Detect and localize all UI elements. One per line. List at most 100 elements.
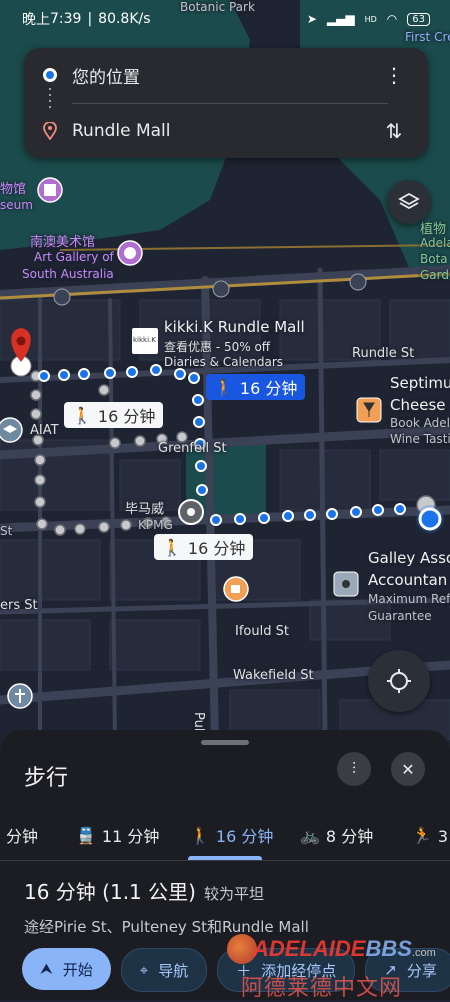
tune-icon: ⫶ (351, 759, 356, 778)
map-label-first-creek: First Cre (405, 30, 450, 44)
more-vert-icon[interactable]: ⋮ (380, 61, 408, 89)
map-label-garde: Garde (420, 268, 450, 282)
church-icon[interactable] (7, 683, 33, 709)
divider (72, 103, 388, 104)
walk-icon: 🚶 (190, 825, 210, 845)
map-label-kpmg-cn: 毕马威 (125, 502, 165, 517)
map-label-adelaide: Adela (420, 236, 450, 250)
layers-button[interactable] (387, 180, 431, 224)
close-button[interactable]: ✕ (391, 752, 425, 786)
add-icon: ＋ (236, 961, 252, 980)
navigation-arrow-icon: ⮝ (40, 960, 53, 978)
tab-ride[interactable]: 🏃 3 分 (412, 810, 450, 860)
signal-icon: ▂▄▆ (326, 12, 355, 26)
wifi-icon: ◠ (386, 12, 398, 26)
map-label-wine-tasting: Wine Tasti (390, 432, 450, 446)
route-connector (49, 88, 51, 110)
crosshair-icon (387, 669, 411, 693)
map-label-art-gallery-en1: Art Gallery of (34, 250, 114, 264)
navigate-button[interactable]: ⌖ 导航 (120, 948, 208, 992)
map-label-book-adel: Book Adel (390, 416, 450, 430)
office-icon[interactable] (333, 571, 359, 597)
map-label-aiat: AIAT (30, 423, 59, 438)
route-via: 途经Pirie St、Pulteney St和Rundle Mall (24, 918, 309, 936)
signal-hd-label: HD (364, 14, 377, 24)
wine-bar-icon[interactable] (356, 397, 382, 423)
status-time: 7:39 (50, 11, 82, 27)
share-icon: ↗ (384, 961, 397, 979)
status-separator: | (87, 11, 93, 27)
cafe-icon[interactable] (223, 576, 249, 602)
destination-field[interactable]: Rundle Mall (72, 121, 171, 141)
start-button[interactable]: ⮝ 开始 (22, 948, 111, 990)
map-label-museum-en: seum (0, 198, 33, 212)
ride-icon: 🏃 (412, 825, 432, 845)
active-tab-indicator (188, 856, 262, 860)
my-location-button[interactable] (368, 650, 430, 712)
map-label-kpmg: KPMG (138, 518, 173, 532)
destination-pin-outline-icon (43, 122, 57, 140)
map-label-kikki-category: Diaries & Calendars (164, 355, 284, 369)
location-arrow-icon: ➤ (306, 12, 317, 26)
map-label-wakefield-st: Wakefield St (233, 668, 314, 683)
options-button[interactable]: ⫶ (337, 752, 371, 786)
origin-field[interactable]: 您的位置 (72, 63, 140, 88)
sheet-title: 步行 (24, 766, 69, 791)
map-label-st-left: St (0, 524, 13, 538)
map-label-plants: 植物 (420, 222, 447, 237)
destination-row[interactable]: Rundle Mall ⇅ (24, 108, 428, 154)
route-card: 您的位置 ⋮ Rundle Mall ⇅ (24, 48, 428, 158)
share-button[interactable]: ↗ 分享 (365, 948, 450, 992)
school-icon[interactable] (0, 417, 23, 443)
travel-mode-tabs: 分钟 🚆 11 分钟 🚶 16 分钟 🚲 8 分钟 🏃 3 分 (0, 810, 450, 861)
map-label-botanic-short: Bota (420, 252, 448, 266)
live-view-icon: ⌖ (139, 961, 149, 979)
map-label-kikki-offer: 查看优惠 - 50% off (164, 340, 271, 354)
origin-dot-icon (43, 68, 57, 82)
origin-row[interactable]: 您的位置 ⋮ (24, 52, 428, 98)
walk-icon: 🚶 (214, 377, 234, 397)
map-label-cheese[interactable]: Cheese (390, 396, 445, 414)
map-label-galley-2[interactable]: Accountan (368, 571, 447, 589)
tab-drive[interactable]: 分钟 (6, 810, 38, 860)
map-label-maximum: Maximum Refu (368, 592, 450, 606)
route-duration-distance: 16 分钟 (1.1 公里) (24, 880, 196, 904)
transit-icon: 🚆 (76, 825, 96, 845)
route-terrain: 较为平坦 (203, 885, 264, 903)
status-bar: 晚上 7:39 | 80.8K/s ➤ ▂▄▆ HD ◠ 63 (22, 8, 430, 30)
map-label-ifould-st: Ifould St (235, 624, 289, 639)
map-label-art-gallery-cn: 南澳美术馆 (30, 235, 96, 250)
tab-bike[interactable]: 🚲 8 分钟 (300, 810, 373, 860)
tab-walk[interactable]: 🚶 16 分钟 (190, 810, 273, 860)
alt-route-time-bubble-1[interactable]: 🚶 16 分钟 (64, 402, 164, 428)
kikki-logo-text: kikki.K (133, 336, 156, 344)
map-label-rundle-st: Rundle St (352, 346, 415, 361)
art-gallery-icon[interactable] (117, 240, 143, 266)
alt-route-time-bubble-2[interactable]: 🚶 16 分钟 (154, 534, 254, 560)
status-time-prefix: 晚上 (22, 12, 50, 28)
drag-handle[interactable] (201, 740, 249, 745)
battery-icon: 63 (407, 12, 430, 26)
walk-icon: 🚶 (162, 537, 182, 557)
map-label-grenfell-st: Grenfell St (158, 441, 227, 456)
selected-route-time-bubble[interactable]: 🚶 16 分钟 (206, 374, 306, 400)
museum-icon[interactable] (37, 177, 63, 203)
tab-transit[interactable]: 🚆 11 分钟 (76, 810, 159, 860)
kpmg-marker-icon[interactable] (178, 499, 204, 525)
action-buttons: ⮝ 开始 ⌖ 导航 ＋ 添加经停点 ↗ 分享 (22, 948, 450, 992)
map-label-museum-cn: 物馆 (0, 182, 27, 197)
layers-icon (398, 192, 420, 210)
map-label-guarantee: Guarantee (368, 609, 432, 623)
route-summary[interactable]: 16 分钟 (1.1 公里) 较为平坦 (24, 876, 264, 905)
directions-sheet: 步行 ⫶ ✕ 分钟 🚆 11 分钟 🚶 16 分钟 🚲 8 分钟 🏃 3 分 1… (0, 730, 450, 1000)
close-icon: ✕ (401, 759, 415, 779)
map-label-septimus[interactable]: Septimu (390, 374, 450, 392)
map-label-art-gallery-en2: South Australia (22, 267, 114, 281)
swap-vert-icon[interactable]: ⇅ (380, 117, 408, 145)
map-label-kikki-name[interactable]: kikki.K Rundle Mall (164, 318, 305, 336)
network-speed: 80.8K/s (98, 11, 151, 27)
map-label-flinders: ers St (0, 598, 38, 613)
map-label-galley-1[interactable]: Galley Asso (368, 549, 450, 567)
walk-icon: 🚶 (72, 405, 92, 425)
add-stop-button[interactable]: ＋ 添加经停点 (217, 948, 356, 992)
